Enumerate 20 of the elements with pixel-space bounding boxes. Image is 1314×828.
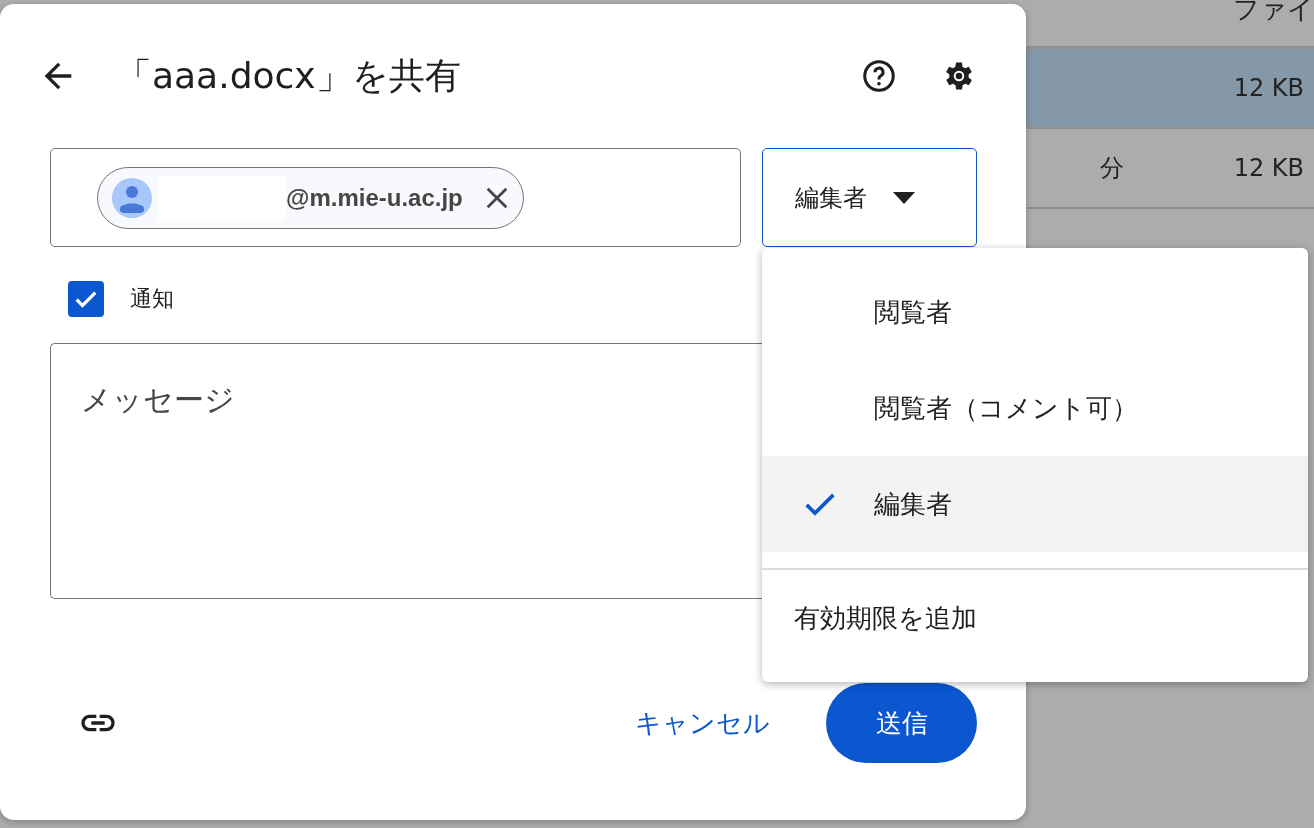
send-button[interactable]: 送信 — [826, 683, 977, 763]
file-size: 12 KB — [1233, 74, 1304, 102]
notify-label: 通知 — [130, 285, 174, 313]
message-field[interactable]: メッセージ — [50, 343, 762, 599]
role-option[interactable]: 閲覧者 — [762, 264, 1308, 360]
recipient-chip[interactable]: @m.mie-u.ac.jp — [97, 166, 524, 229]
email-address: @m.mie-u.ac.jp — [286, 183, 463, 212]
role-option[interactable]: 閲覧者（コメント可） — [762, 360, 1308, 456]
recipient-field[interactable]: @m.mie-u.ac.jp — [50, 148, 741, 247]
dialog-title: 「aaa.docx」を共有 — [116, 53, 462, 98]
avatar-icon — [112, 177, 152, 218]
table-cell-text: 分 — [1099, 153, 1124, 184]
role-option[interactable]: 編集者 — [762, 456, 1308, 552]
add-expiry-item[interactable]: 有効期限を追加 — [762, 570, 1308, 666]
cancel-button[interactable]: キャンセル — [625, 697, 780, 749]
file-size: 12 KB — [1233, 154, 1304, 182]
caret-icon — [893, 191, 915, 204]
role-dropdown[interactable]: 編集者 — [762, 148, 977, 247]
help-icon[interactable] — [861, 58, 897, 94]
notify-checkbox[interactable] — [68, 281, 104, 317]
